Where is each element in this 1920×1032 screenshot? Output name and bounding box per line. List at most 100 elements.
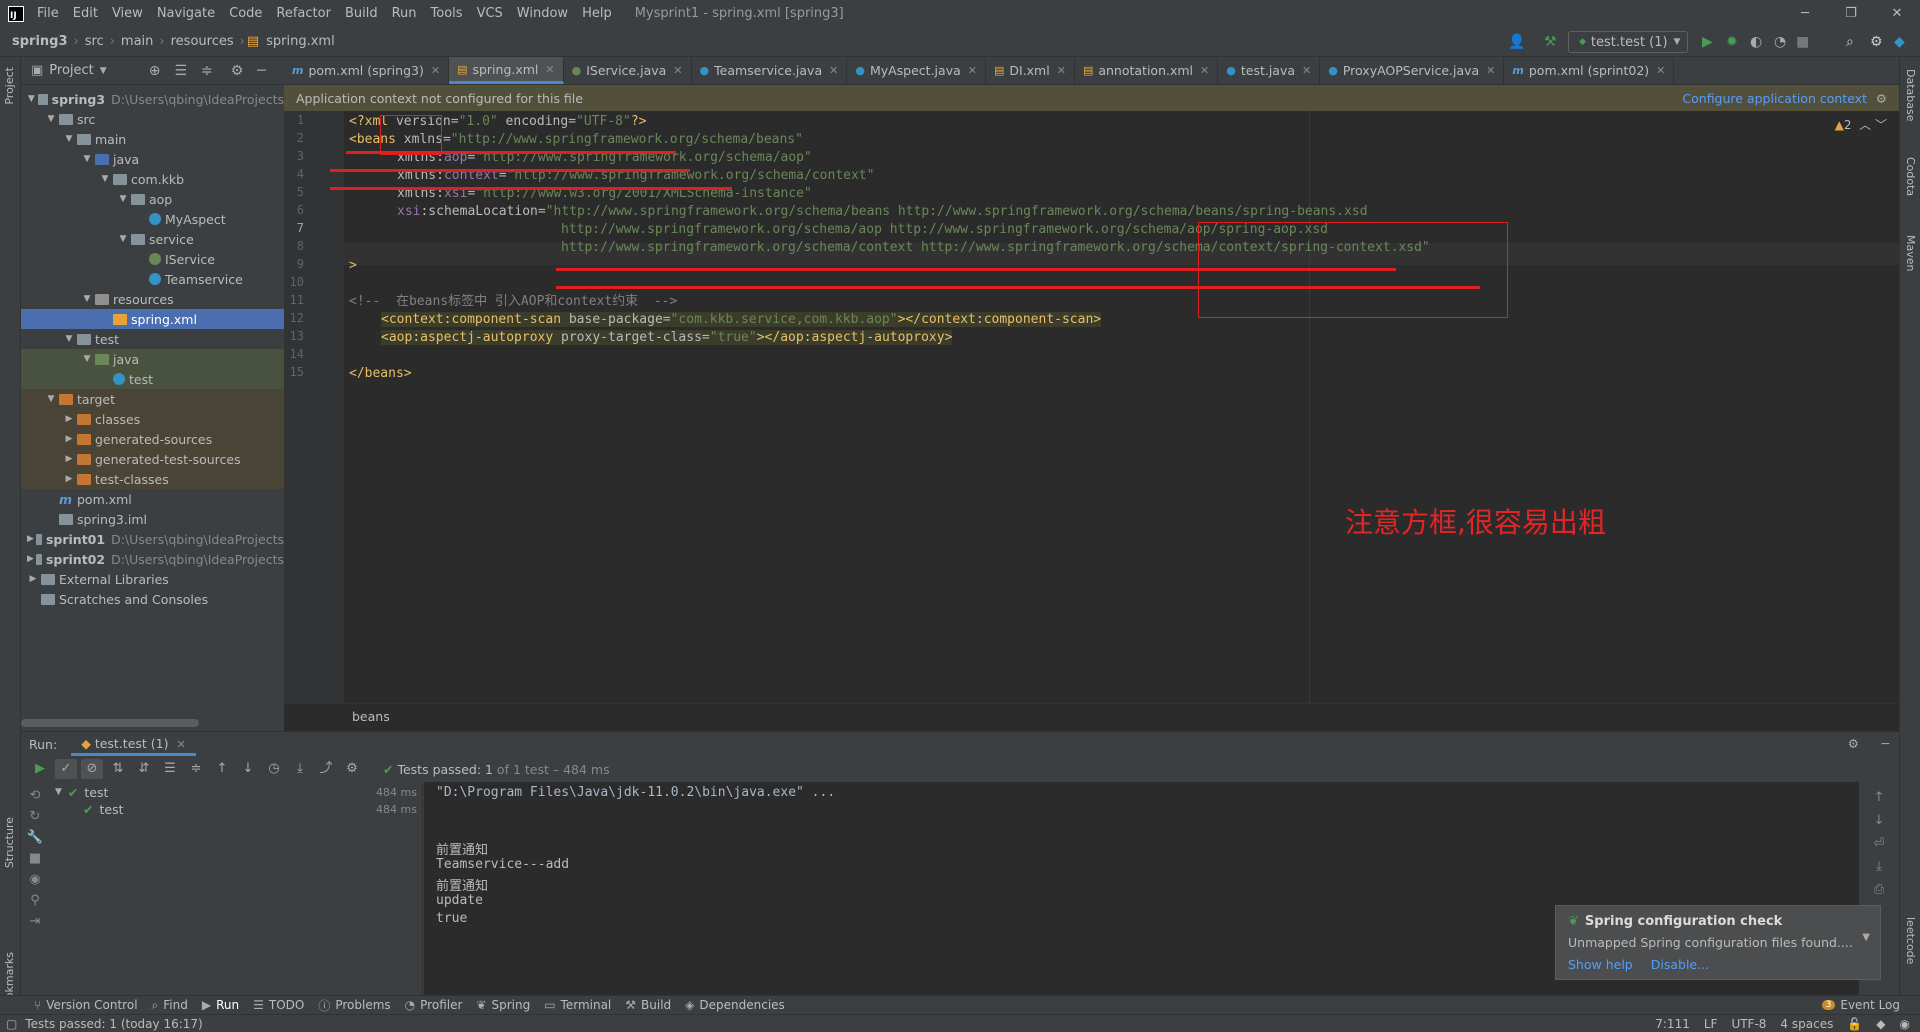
chevron-down-icon[interactable]: ▼ xyxy=(45,394,57,404)
crumb-project[interactable]: spring3 xyxy=(8,34,72,49)
chevron-up-icon[interactable]: ︿ xyxy=(1859,118,1871,132)
restore-icon[interactable]: ❐ xyxy=(1828,0,1874,27)
hide-icon[interactable]: ─ xyxy=(1881,736,1889,751)
crumb-resources[interactable]: resources xyxy=(167,34,238,49)
maven-tool-tab[interactable]: Maven xyxy=(1904,235,1917,271)
print-icon[interactable]: ⎙ xyxy=(1859,882,1899,897)
camera-icon[interactable]: ◉ xyxy=(21,872,49,887)
plugin-icon[interactable]: ◆ xyxy=(1894,34,1905,50)
code-editor[interactable]: 1 2 3 4 5 6 7 8 9 10 11 12 13 14 15 <?xml version="1.0… xyxy=(284,111,1899,703)
user-icon[interactable]: 👤 xyxy=(1508,34,1525,50)
editor-tab[interactable]: m pom.xml (sprint02) ✕ xyxy=(1504,57,1675,84)
editor-tab[interactable]: m pom.xml (spring3) ✕ xyxy=(284,57,450,84)
settings-gear-icon[interactable]: ⚙ xyxy=(1876,91,1887,106)
rerun-icon[interactable]: ▶ xyxy=(29,759,51,779)
profile-icon[interactable]: ◔ xyxy=(1774,34,1786,50)
tree-item[interactable]: Scratches and Consoles xyxy=(21,589,284,609)
file-encoding[interactable]: UTF-8 xyxy=(1731,1017,1766,1031)
menu-refactor[interactable]: Refactor xyxy=(269,6,338,21)
codota-tool-tab[interactable]: Codota xyxy=(1904,157,1917,196)
chevron-right-icon[interactable]: ▶ xyxy=(27,574,39,584)
tree-item[interactable]: ▼ java xyxy=(21,349,284,369)
soft-wrap-icon[interactable]: ⏎ xyxy=(1859,836,1899,851)
tree-item[interactable]: ▶ sprint02 D:\Users\qbing\IdeaProjects xyxy=(21,549,284,569)
tree-item[interactable]: ▼ main xyxy=(21,129,284,149)
chevron-down-icon[interactable]: ▼ xyxy=(99,174,111,184)
build-tool[interactable]: ⚒ Build xyxy=(625,998,671,1012)
menu-window[interactable]: Window xyxy=(510,6,575,21)
tree-item[interactable]: ▶ sprint01 D:\Users\qbing\IdeaProjects xyxy=(21,529,284,549)
debug-icon[interactable]: ✹ xyxy=(1726,34,1738,50)
chevron-right-icon[interactable]: ▶ xyxy=(63,434,75,444)
chevron-right-icon[interactable]: ▶ xyxy=(63,474,75,484)
tree-item[interactable]: test xyxy=(21,369,284,389)
menu-vcs[interactable]: VCS xyxy=(470,6,510,21)
show-help-link[interactable]: Show help xyxy=(1568,957,1633,972)
inspection-widget[interactable]: ▲2 ︿ ﹀ xyxy=(1835,116,1887,133)
tree-item[interactable]: ▼ src xyxy=(21,109,284,129)
crumb-file[interactable]: spring.xml xyxy=(262,34,339,49)
show-passed-icon[interactable]: ✓ xyxy=(55,759,77,779)
chevron-right-icon[interactable]: ▶ xyxy=(27,534,34,544)
close-icon[interactable]: ✕ xyxy=(673,64,682,77)
settings-gear-icon[interactable]: ⚙ xyxy=(231,63,244,79)
build-hammer-icon[interactable]: ⚒ xyxy=(1544,34,1557,50)
chevron-down-icon[interactable]: ﹀ xyxy=(1875,118,1887,132)
tree-item[interactable]: ▶ External Libraries xyxy=(21,569,284,589)
test-case-row[interactable]: ✔ test 484 ms xyxy=(49,799,423,819)
expand-all-icon[interactable]: ☰ xyxy=(159,759,181,779)
collapse-all-icon[interactable]: ≑ xyxy=(185,759,207,779)
tree-item[interactable]: m pom.xml xyxy=(21,489,284,509)
git-icon[interactable]: ◆ xyxy=(1876,1017,1885,1031)
tree-item[interactable]: ▼ service xyxy=(21,229,284,249)
chevron-down-icon[interactable]: ▼ xyxy=(63,334,75,344)
problems-tool[interactable]: ⓘ Problems xyxy=(318,997,390,1014)
terminal-tool[interactable]: ▭ Terminal xyxy=(544,998,611,1012)
prev-failed-icon[interactable]: ↑ xyxy=(211,759,233,779)
spring-tool[interactable]: ❦ Spring xyxy=(476,998,530,1012)
crumb-src[interactable]: src xyxy=(81,34,108,49)
caret-position[interactable]: 7:111 xyxy=(1655,1017,1690,1031)
menu-code[interactable]: Code xyxy=(222,6,269,21)
dependencies-tool[interactable]: ◈ Dependencies xyxy=(685,998,785,1012)
tree-item[interactable]: ▼ com.kkb xyxy=(21,169,284,189)
chevron-right-icon[interactable]: ▶ xyxy=(63,414,75,424)
chevron-down-icon[interactable]: ▼ xyxy=(81,354,93,364)
search-icon[interactable]: ⌕ xyxy=(1846,34,1854,50)
close-icon[interactable]: ✕ xyxy=(968,64,977,77)
import-icon[interactable]: ⤓ xyxy=(289,759,311,779)
event-log-tool[interactable]: 3 Event Log xyxy=(1821,998,1900,1012)
tree-item[interactable]: ▼ java xyxy=(21,149,284,169)
lock-icon[interactable]: 🔓 xyxy=(1847,1017,1862,1031)
close-icon[interactable]: ✕ xyxy=(431,64,440,77)
chevron-down-icon[interactable]: ▼ xyxy=(100,66,107,76)
database-tool-tab[interactable]: Database xyxy=(1904,69,1917,122)
project-horizontal-scrollbar[interactable] xyxy=(21,719,199,727)
chevron-right-icon[interactable]: ▶ xyxy=(27,554,34,564)
tree-item[interactable]: MyAspect xyxy=(21,209,284,229)
pin-icon[interactable]: ⚲ xyxy=(21,893,49,908)
breadcrumb-beans[interactable]: beans xyxy=(352,709,390,724)
expand-all-icon[interactable]: ☰ xyxy=(174,63,187,79)
tree-item[interactable]: ▼ test xyxy=(21,329,284,349)
tree-item[interactable]: IService xyxy=(21,249,284,269)
close-icon[interactable]: ✕ xyxy=(1874,0,1920,27)
editor-tab[interactable]: ● ProxyAOPService.java ✕ xyxy=(1320,57,1505,84)
scroll-down-icon[interactable]: ↓ xyxy=(1859,813,1899,828)
editor-tab[interactable]: ● IService.java ✕ xyxy=(564,57,692,84)
coverage-icon[interactable]: ◐ xyxy=(1750,34,1762,50)
layout-icon[interactable]: ▢ xyxy=(6,1017,17,1031)
locate-icon[interactable]: ⊕ xyxy=(149,63,161,79)
leetcode-tool-tab[interactable]: leetcode xyxy=(1904,917,1917,964)
menu-edit[interactable]: Edit xyxy=(66,6,105,21)
run-configuration-select[interactable]: ◆ test.test (1) ▼ xyxy=(1568,31,1688,53)
chevron-down-icon[interactable]: ▼ xyxy=(117,194,129,204)
line-separator[interactable]: LF xyxy=(1704,1017,1718,1031)
structure-tool-tab[interactable]: Structure xyxy=(3,817,16,868)
project-tool-tab[interactable]: Project xyxy=(3,67,16,105)
tree-item[interactable]: ▼ spring3 D:\Users\qbing\IdeaProjects xyxy=(21,89,284,109)
chevron-down-icon[interactable]: ▼ xyxy=(45,114,57,124)
tree-item[interactable]: ▶ generated-test-sources xyxy=(21,449,284,469)
close-icon[interactable]: ✕ xyxy=(545,63,554,76)
indent-setting[interactable]: 4 spaces xyxy=(1780,1017,1833,1031)
